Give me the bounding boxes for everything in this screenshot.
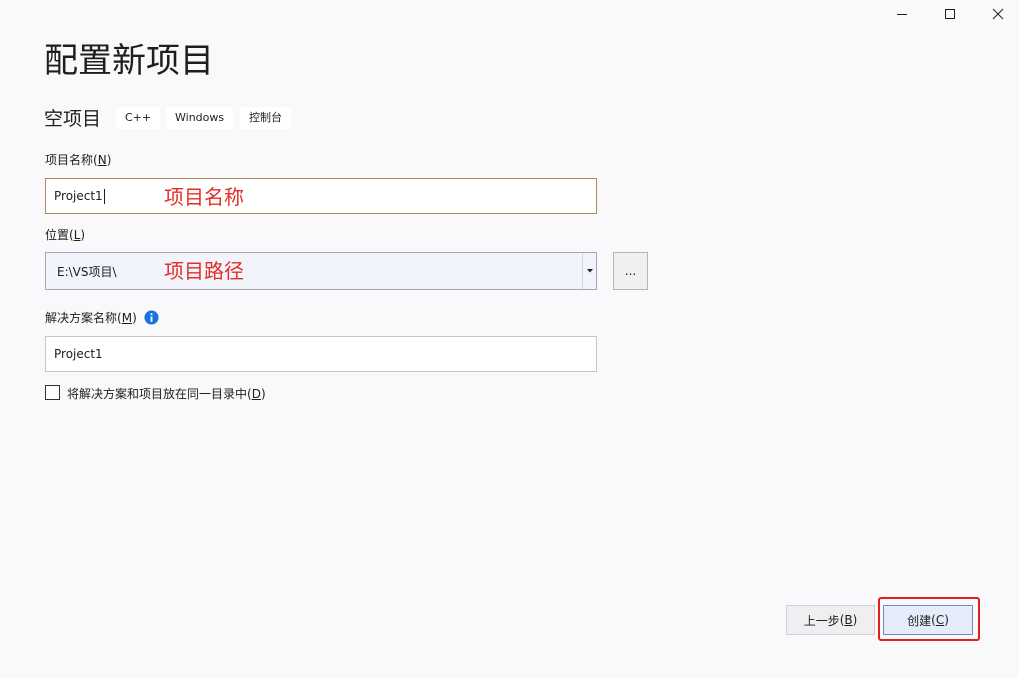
project-name-label: 项目名称(N) [45, 153, 112, 167]
location-label: 位置(L) [45, 228, 86, 242]
template-name: 空项目 [44, 108, 102, 130]
same-directory-checkbox[interactable] [45, 385, 60, 400]
maximize-icon [945, 9, 955, 19]
page-title: 配置新项目 [44, 41, 214, 81]
minimize-button[interactable] [882, 0, 922, 28]
solution-name-value: Project1 [54, 347, 103, 361]
maximize-button[interactable] [930, 0, 970, 28]
tag-console: 控制台 [240, 107, 291, 129]
tag-windows: Windows [166, 107, 234, 129]
info-icon[interactable] [144, 310, 159, 325]
browse-button[interactable]: ... [613, 252, 648, 290]
solution-name-label: 解决方案名称(M) [45, 311, 137, 325]
minimize-icon [897, 14, 907, 15]
location-annotation: 项目路径 [164, 259, 244, 283]
chevron-down-icon [586, 269, 593, 273]
tag-cpp: C++ [116, 107, 161, 129]
solution-name-input[interactable]: Project1 [45, 336, 597, 372]
project-name-input[interactable]: Project1 [45, 178, 597, 214]
close-icon [992, 8, 1004, 20]
project-name-annotation: 项目名称 [164, 185, 244, 209]
location-combobox[interactable]: E:\VS项目\ [45, 252, 597, 290]
text-caret [103, 188, 105, 204]
location-value: E:\VS项目\ [57, 264, 117, 279]
location-dropdown-button[interactable] [582, 253, 596, 289]
close-button[interactable] [978, 0, 1018, 28]
project-name-value: Project1 [54, 189, 103, 203]
back-button[interactable]: 上一步(B) [786, 605, 875, 635]
create-button[interactable]: 创建(C) [883, 605, 973, 635]
same-directory-label[interactable]: 将解决方案和项目放在同一目录中(D) [67, 386, 266, 402]
